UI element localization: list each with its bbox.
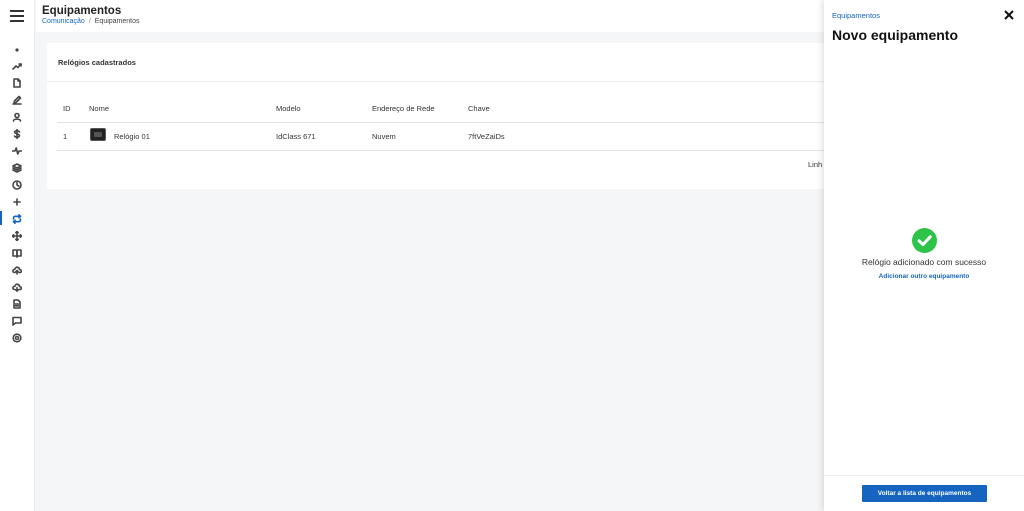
header-divider	[57, 122, 824, 123]
cell-key: 7ftVeZaiDs	[468, 132, 505, 141]
activity-icon[interactable]	[9, 144, 25, 158]
upload-cloud-icon[interactable]	[9, 263, 25, 277]
sidebar	[0, 0, 35, 511]
new-device-drawer: Equipamentos Novo equipamento Relógio ad…	[824, 0, 1024, 511]
card-title: Relógios cadastrados	[58, 58, 136, 67]
breadcrumb-current: Equipamentos	[94, 18, 140, 25]
column-header-network[interactable]: Endereço de Rede	[372, 104, 435, 113]
layers-icon[interactable]	[9, 161, 25, 175]
column-header-model[interactable]: Modelo	[276, 104, 301, 113]
drawer-title: Novo equipamento	[832, 27, 959, 43]
book-icon[interactable]	[9, 246, 25, 260]
file-text-icon[interactable]	[9, 297, 25, 311]
document-icon[interactable]	[9, 76, 25, 90]
download-cloud-icon[interactable]	[9, 280, 25, 294]
edit-icon[interactable]	[9, 93, 25, 107]
column-header-id[interactable]: ID	[63, 104, 71, 113]
repeat-icon[interactable]	[9, 212, 25, 226]
drawer-breadcrumb[interactable]: Equipamentos	[832, 11, 880, 20]
dollar-icon[interactable]	[9, 127, 25, 141]
page-header: Equipamentos Comunicação / Equipamentos	[36, 0, 824, 32]
drawer-footer-divider	[824, 475, 1024, 476]
column-header-name[interactable]: Nome	[89, 104, 109, 113]
success-check-icon	[912, 228, 937, 253]
back-to-list-button[interactable]: Voltar a lista de equipamentos	[862, 485, 987, 502]
rows-per-page-label: Linh	[808, 160, 823, 169]
add-another-link[interactable]: Adicionar outro equipamento	[824, 273, 1024, 280]
device-thumbnail	[90, 128, 106, 141]
page-title: Equipamentos	[42, 5, 122, 17]
column-header-key[interactable]: Chave	[468, 104, 490, 113]
message-icon[interactable]	[9, 314, 25, 328]
card-divider	[47, 81, 824, 82]
move-icon[interactable]	[9, 229, 25, 243]
close-icon[interactable]	[1002, 8, 1016, 22]
cell-network: Nuvem	[372, 132, 396, 141]
menu-icon[interactable]	[10, 10, 24, 22]
row-divider	[57, 150, 824, 151]
trend-icon[interactable]	[9, 59, 25, 73]
plus-icon[interactable]	[9, 195, 25, 209]
breadcrumb-separator: /	[88, 18, 91, 25]
cell-id: 1	[63, 132, 68, 141]
success-message: Relógio adicionado com sucesso	[861, 257, 987, 267]
breadcrumb: Comunicação / Equipamentos	[42, 18, 140, 25]
active-indicator	[0, 211, 2, 225]
dot-icon[interactable]	[9, 43, 25, 57]
cell-model: IdClass 671	[276, 132, 316, 141]
breadcrumb-link[interactable]: Comunicação	[42, 18, 85, 25]
settings-icon[interactable]	[9, 331, 25, 345]
user-icon[interactable]	[9, 110, 25, 124]
clock-icon[interactable]	[9, 178, 25, 192]
cell-name: Relógio 01	[114, 132, 150, 141]
devices-card: Relógios cadastrados ID Nome Modelo Ende…	[47, 43, 824, 189]
